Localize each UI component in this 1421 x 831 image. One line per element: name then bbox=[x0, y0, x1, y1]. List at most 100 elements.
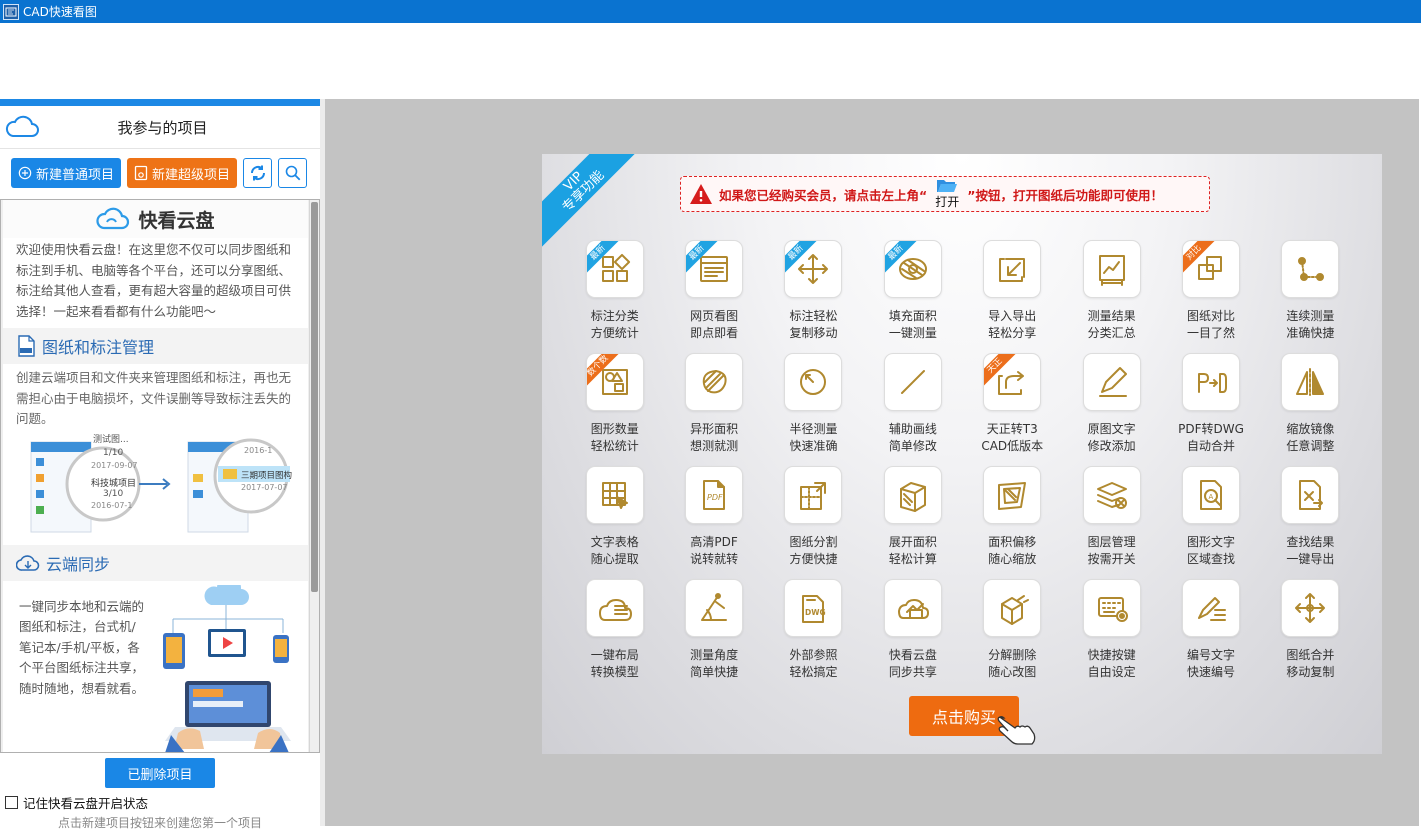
feature-item[interactable]: 异形面积 想测就测 bbox=[664, 353, 763, 466]
scrollbar-thumb[interactable] bbox=[311, 202, 318, 592]
feature-item[interactable]: 原图文字 修改添加 bbox=[1062, 353, 1161, 466]
feature-tile[interactable]: 最新 bbox=[883, 240, 942, 298]
feature-label-line1: PDF转DWG bbox=[1178, 422, 1244, 436]
feature-item[interactable]: 测量结果 分类汇总 bbox=[1062, 240, 1161, 353]
feature-item[interactable]: 最新 网页看图 即点即看 bbox=[664, 240, 763, 353]
feature-item[interactable]: 半径测量 快速准确 bbox=[764, 353, 863, 466]
feature-item[interactable]: 连续测量 准确快捷 bbox=[1261, 240, 1360, 353]
feature-tile[interactable]: DWG bbox=[784, 579, 843, 637]
feature-tile[interactable] bbox=[1082, 353, 1141, 411]
illus-date-2: 2016-07-1 bbox=[91, 500, 133, 510]
feature-tile[interactable] bbox=[585, 466, 644, 524]
deleted-projects-button[interactable]: 已删除项目 bbox=[105, 758, 215, 788]
feature-tile[interactable] bbox=[685, 353, 744, 411]
illus-date-3: 2017-07-07 bbox=[241, 482, 288, 492]
feature-tile[interactable]: 最新 bbox=[585, 240, 644, 298]
feature-tile[interactable] bbox=[1082, 579, 1141, 637]
feature-tile[interactable] bbox=[585, 579, 644, 637]
feature-item[interactable]: 图纸分割 方便快捷 bbox=[764, 466, 863, 579]
feature-item[interactable]: 导入导出 轻松分享 bbox=[963, 240, 1062, 353]
remember-cloud-state[interactable]: 记住快看云盘开启状态 bbox=[5, 793, 148, 812]
remember-checkbox[interactable] bbox=[5, 796, 18, 809]
feature-tile[interactable] bbox=[1182, 579, 1241, 637]
feature-tile[interactable] bbox=[983, 466, 1042, 524]
feature-item[interactable]: 测量角度 简单快捷 bbox=[664, 579, 763, 692]
search-button[interactable] bbox=[278, 158, 307, 188]
feature-tile[interactable] bbox=[983, 579, 1042, 637]
feature-tile[interactable]: 最新 bbox=[685, 240, 744, 298]
feature-tile[interactable] bbox=[685, 579, 744, 637]
feature-item[interactable]: DWG 外部参照 轻松搞定 bbox=[764, 579, 863, 692]
feature-label-line1: 原图文字 bbox=[1087, 422, 1136, 436]
feature-label: PDF转DWG 自动合并 bbox=[1178, 421, 1244, 455]
feature-item[interactable]: 分解删除 随心改图 bbox=[963, 579, 1062, 692]
feature-label: 图纸对比 一目了然 bbox=[1187, 308, 1235, 342]
feature-label-line1: 图形数量 bbox=[590, 422, 639, 436]
feature-tile[interactable] bbox=[1082, 466, 1141, 524]
notice-text-before: 如果您已经购买会员，请点击左上角“ bbox=[719, 187, 928, 203]
find-icon: A bbox=[1200, 480, 1223, 510]
feature-item[interactable]: 最新 标注轻松 复制移动 bbox=[764, 240, 863, 353]
feature-tile[interactable]: A bbox=[1182, 466, 1241, 524]
feature-tile[interactable]: PDF bbox=[685, 466, 744, 524]
feature-tile[interactable] bbox=[883, 579, 942, 637]
project-buttons: 新建普通项目 新建超级项目 bbox=[0, 149, 320, 197]
table-extract-icon bbox=[601, 482, 628, 509]
feature-label: 高清PDF 说转就转 bbox=[690, 534, 738, 568]
feature-item[interactable]: 一键布局 转换模型 bbox=[565, 579, 664, 692]
feature-label-line1: 分解删除 bbox=[988, 648, 1037, 662]
feature-tile[interactable] bbox=[1281, 353, 1340, 411]
feature-item[interactable]: 编号文字 快速编号 bbox=[1161, 579, 1260, 692]
feature-label-line1: 半径测量 bbox=[789, 422, 838, 436]
feature-tile[interactable] bbox=[883, 353, 942, 411]
export-results-icon bbox=[1299, 480, 1324, 510]
new-normal-project-button[interactable]: 新建普通项目 bbox=[11, 158, 121, 188]
feature-tile[interactable] bbox=[1082, 240, 1141, 298]
feature-item[interactable]: 文字表格 随心提取 bbox=[565, 466, 664, 579]
feature-item[interactable]: 展开面积 轻松计算 bbox=[863, 466, 962, 579]
new-super-project-button[interactable]: 新建超级项目 bbox=[127, 158, 237, 188]
feature-tile[interactable] bbox=[883, 466, 942, 524]
feature-label-line2: 轻松统计 bbox=[590, 439, 639, 453]
feature-tile[interactable]: 最新 bbox=[784, 240, 843, 298]
feature-item[interactable]: PDF转DWG 自动合并 bbox=[1161, 353, 1260, 466]
feature-item[interactable]: 查找结果 一键导出 bbox=[1261, 466, 1360, 579]
feature-tile[interactable]: 数个数 bbox=[585, 353, 644, 411]
feature-tile[interactable] bbox=[784, 466, 843, 524]
feature-tile[interactable] bbox=[1281, 240, 1340, 298]
feature-item[interactable]: 最新 填充面积 一键测量 bbox=[863, 240, 962, 353]
feature-item[interactable]: 天正 天正转T3 CAD低版本 bbox=[963, 353, 1062, 466]
pdf-dwg-icon bbox=[1198, 373, 1228, 393]
feature-tile[interactable] bbox=[1281, 466, 1340, 524]
feature-item[interactable]: 对比图纸对比 一目了然 bbox=[1161, 240, 1260, 353]
feature-item[interactable]: 快看云盘 同步共享 bbox=[863, 579, 962, 692]
feature-tile[interactable] bbox=[1182, 353, 1241, 411]
feature-label-line1: 网页看图 bbox=[690, 309, 739, 323]
feature-tile[interactable] bbox=[983, 240, 1042, 298]
feature-item[interactable]: 图层管理 按需开关 bbox=[1062, 466, 1161, 579]
feature-tile[interactable]: 天正 bbox=[983, 353, 1042, 411]
feature-item[interactable]: 缩放镜像 任意调整 bbox=[1261, 353, 1360, 466]
feature-item[interactable]: 图纸合并 移动复制 bbox=[1261, 579, 1360, 692]
feature-tile[interactable] bbox=[1281, 579, 1340, 637]
feature-tile[interactable]: 对比 bbox=[1182, 240, 1241, 298]
feature-item[interactable]: PDF 高清PDF 说转就转 bbox=[664, 466, 763, 579]
feature-item[interactable]: 最新 标注分类 方便统计 bbox=[565, 240, 664, 353]
feature-item[interactable]: 数个数图形数量轻松统计 bbox=[565, 353, 664, 466]
feature-item[interactable]: A 图形文字 区域查找 bbox=[1161, 466, 1260, 579]
feature-item[interactable]: 辅助画线 简单修改 bbox=[863, 353, 962, 466]
feature-item[interactable]: 快捷按键 自由设定 bbox=[1062, 579, 1161, 692]
feature-label-line1: 天正转T3 bbox=[986, 422, 1038, 436]
panel-header: 我参与的项目 bbox=[0, 106, 320, 149]
feature-label-line2: 简单快捷 bbox=[690, 665, 739, 679]
cloud-sync-title: 云端同步 bbox=[46, 554, 111, 574]
feature-tile[interactable] bbox=[784, 353, 843, 411]
sync-button[interactable] bbox=[243, 158, 272, 188]
illus-page-2: 3/10 bbox=[103, 488, 124, 499]
feature-label: 缩放镜像 任意调整 bbox=[1286, 421, 1334, 455]
feature-label-line2: 自由设定 bbox=[1087, 665, 1136, 679]
cloud-box-scrollbar[interactable] bbox=[309, 200, 319, 752]
cloud-disk-intro: 快看云盘 欢迎使用快看云盘！在这里您不仅可以同步图纸和标注到手机、电脑等各个平台… bbox=[0, 199, 320, 753]
drawing-management-illustration: 测试图... 1/10 2017-09-07 科技城项目 3/10 2016-0… bbox=[3, 433, 308, 545]
feature-item[interactable]: 面积偏移 随心缩放 bbox=[963, 466, 1062, 579]
